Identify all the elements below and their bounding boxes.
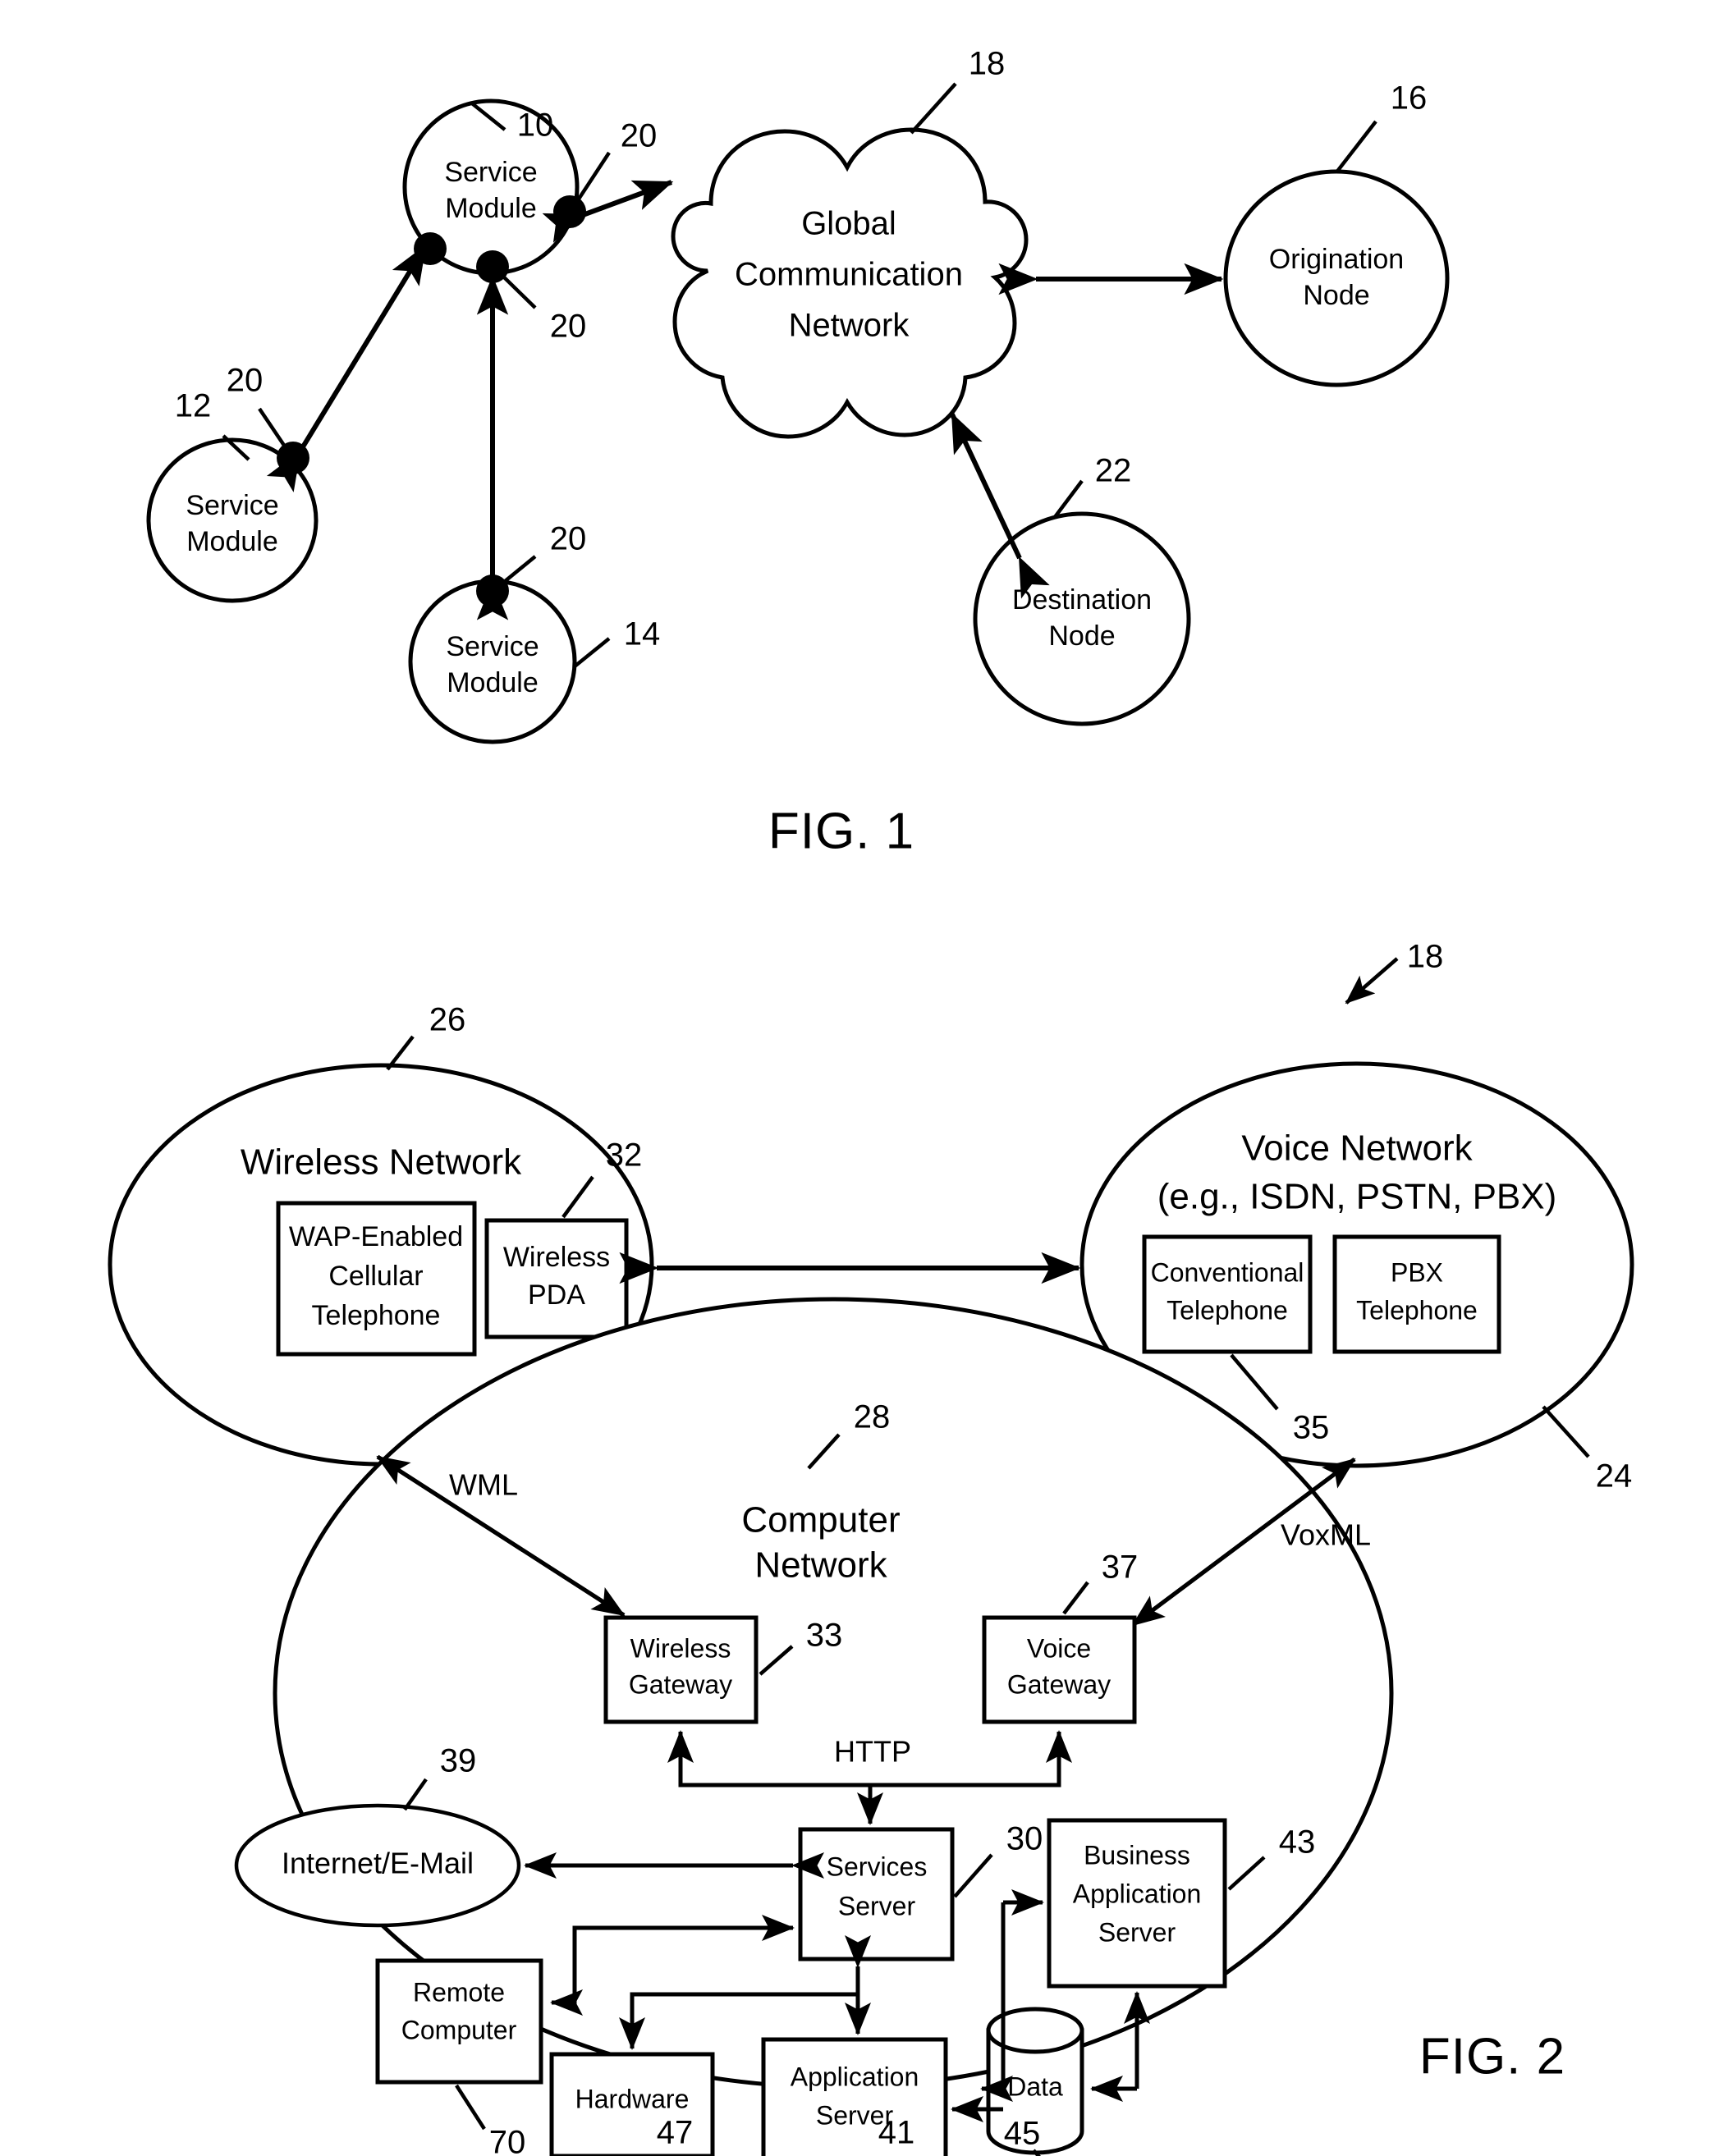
- ref-number-14: 14: [624, 616, 661, 652]
- computer-network-title-line2: Network: [754, 1545, 887, 1586]
- conventional-telephone-line2: Telephone: [1167, 1295, 1288, 1325]
- ref-number-22: 22: [1095, 453, 1132, 489]
- pbx-telephone-line1: PBX: [1391, 1257, 1443, 1287]
- data-store-label: Data: [1007, 2071, 1063, 2101]
- origination-node-line1: Origination: [1269, 244, 1404, 275]
- ref-number-28: 28: [854, 1399, 891, 1435]
- figure-1: Global Communication Network 18 Service …: [146, 46, 1450, 859]
- destination-node-22: Destination Node 22: [973, 453, 1191, 726]
- ref-leader-18: [910, 82, 957, 135]
- service-module-14-line2: Module: [447, 667, 539, 698]
- ref-number-43: 43: [1279, 1824, 1316, 1861]
- remote-computer-box: Remote Computer 70: [375, 1958, 543, 2156]
- wap-telephone-line3: Telephone: [312, 1300, 441, 1331]
- ref-number-16: 16: [1391, 80, 1428, 117]
- service-module-14-line1: Service: [446, 631, 539, 662]
- ref-number-33: 33: [806, 1618, 843, 1654]
- patent-drawing-sheet: Global Communication Network 18 Service …: [0, 0, 1728, 2156]
- ref-number-26: 26: [429, 1002, 466, 1038]
- ref-number-10: 10: [517, 108, 554, 144]
- ref-leader-24: [1542, 1405, 1590, 1458]
- global-network-label-line2: Communication: [735, 257, 963, 293]
- conventional-telephone-line1: Conventional: [1151, 1257, 1304, 1287]
- ref-leader-20-d: [497, 555, 537, 588]
- interface-dot-10-east: [553, 195, 586, 228]
- ref-number-20-c: 20: [550, 309, 587, 345]
- link-sm12-sm10: [266, 244, 428, 492]
- application-server-box: Application Server: [761, 2037, 948, 2156]
- global-network-label-line3: Network: [789, 308, 910, 344]
- ref-leader-22: [1053, 479, 1084, 519]
- ref-number-18-fig2: 18: [1407, 939, 1444, 975]
- services-server-line2: Server: [838, 1891, 916, 1920]
- ref-number-20-d: 20: [550, 521, 587, 557]
- ref-number-20-b: 20: [227, 363, 264, 399]
- ref-number-47: 47: [657, 2115, 694, 2151]
- pbx-telephone-line2: Telephone: [1356, 1295, 1478, 1325]
- ref-number-30: 30: [1006, 1821, 1043, 1857]
- wireless-pda-line2: PDA: [528, 1279, 585, 1311]
- ref-number-12: 12: [175, 388, 212, 424]
- link-sm10-global-network: [542, 180, 674, 243]
- computer-network-title-line1: Computer: [741, 1500, 900, 1540]
- figure-2: 18 Wireless Network 26 WAP-Enabled Cellu…: [108, 939, 1634, 2156]
- global-network-label-line1: Global: [801, 206, 896, 242]
- ref-leader-20-a: [573, 151, 611, 207]
- application-server-line1: Application: [791, 2062, 919, 2091]
- ref-number-18: 18: [969, 46, 1006, 82]
- figure-2-label: FIG. 2: [1419, 2028, 1565, 2085]
- global-communication-network-cloud: Global Communication Network 18: [671, 46, 1029, 439]
- pbx-telephone-box: PBX Telephone: [1332, 1234, 1501, 1354]
- remote-computer-line2: Computer: [401, 2015, 517, 2044]
- wap-telephone-line2: Cellular: [328, 1261, 423, 1292]
- ref-arrow-18-fig2: [1345, 957, 1399, 1005]
- service-module-10-line2: Module: [445, 193, 537, 224]
- voice-gateway-line1: Voice: [1027, 1633, 1091, 1663]
- wap-telephone-line1: WAP-Enabled: [289, 1221, 463, 1252]
- voice-network-title-line1: Voice Network: [1241, 1128, 1473, 1169]
- destination-node-line2: Node: [1048, 620, 1115, 652]
- ref-number-35: 35: [1293, 1410, 1330, 1446]
- business-app-server-line1: Business: [1084, 1840, 1190, 1870]
- ref-number-41: 41: [878, 2115, 915, 2151]
- voice-gateway-line2: Gateway: [1007, 1669, 1111, 1699]
- internet-email-label: Internet/E-Mail: [282, 1847, 474, 1880]
- ref-number-70: 70: [489, 2125, 526, 2156]
- wireless-pda-line1: Wireless: [503, 1242, 610, 1273]
- ref-leader-70: [455, 2084, 486, 2131]
- wireless-gateway-line1: Wireless: [630, 1633, 731, 1663]
- origination-node-line2: Node: [1303, 280, 1369, 311]
- business-app-server-line2: Application: [1073, 1879, 1202, 1908]
- ref-number-20-a: 20: [621, 118, 658, 154]
- ref-number-37: 37: [1102, 1549, 1139, 1586]
- service-module-10-line1: Service: [444, 157, 537, 188]
- ref-number-45: 45: [1004, 2116, 1041, 2152]
- wireless-network-title: Wireless Network: [241, 1142, 522, 1183]
- business-app-server-line3: Server: [1098, 1917, 1176, 1947]
- wap-cellular-telephone-box: WAP-Enabled Cellular Telephone: [276, 1201, 477, 1357]
- service-module-12-line2: Module: [186, 526, 278, 557]
- wml-protocol-label: WML: [449, 1468, 518, 1502]
- wireless-gateway-line2: Gateway: [629, 1669, 732, 1699]
- origination-node-16: Origination Node 16: [1223, 80, 1450, 387]
- service-module-12: Service Module 12: [146, 388, 319, 603]
- ref-number-24: 24: [1596, 1458, 1633, 1495]
- ref-number-39: 39: [440, 1743, 477, 1779]
- ref-leader-14: [573, 637, 611, 668]
- link-global-network-destination: [950, 412, 1050, 599]
- voice-network-title-line2: (e.g., ISDN, PSTN, PBX): [1157, 1177, 1557, 1217]
- service-module-12-line1: Service: [186, 490, 278, 521]
- destination-node-line1: Destination: [1012, 584, 1152, 616]
- hardware-label: Hardware: [575, 2084, 690, 2113]
- remote-computer-line1: Remote: [413, 1977, 505, 2007]
- ref-leader-20-c: [496, 269, 537, 309]
- voxml-protocol-label: VoxML: [1281, 1518, 1371, 1552]
- services-server-line1: Services: [827, 1852, 928, 1881]
- figure-2-top-reference: 18: [1345, 939, 1444, 1005]
- figure-1-label: FIG. 1: [768, 803, 914, 859]
- service-module-14: Service Module 14: [408, 579, 661, 744]
- http-protocol-label: HTTP: [834, 1735, 911, 1769]
- ref-leader-16: [1335, 120, 1377, 174]
- ref-number-32: 32: [606, 1138, 643, 1174]
